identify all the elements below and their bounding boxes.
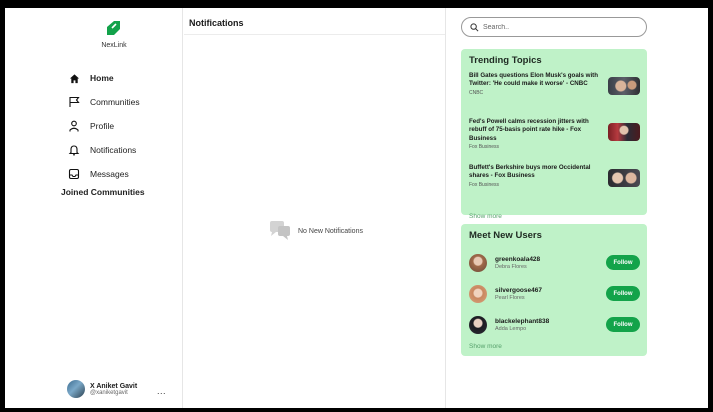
main-panel: Notifications No New Notifications — [184, 8, 446, 408]
real-name: Adda Lempo — [495, 325, 527, 332]
topic-thumbnail — [608, 123, 640, 141]
list-item: greenkoala428 Debra Flores Follow — [469, 247, 640, 278]
flag-icon — [67, 95, 81, 109]
empty-state: No New Notifications — [266, 220, 363, 242]
trending-show-more-link[interactable]: Show more — [469, 213, 639, 220]
list-item: silvergoose467 Pearl Flores Follow — [469, 278, 640, 309]
nav-item-profile[interactable]: Profile — [67, 114, 140, 138]
list-item[interactable]: Buffett's Berkshire buys more Occidental… — [469, 164, 640, 210]
inbox-icon — [67, 167, 81, 181]
nav-item-notifications[interactable]: Notifications — [67, 138, 140, 162]
trending-title: Trending Topics — [469, 55, 542, 66]
topic-thumbnail — [608, 77, 640, 95]
topic-thumbnail — [608, 169, 640, 187]
search-box[interactable] — [461, 17, 647, 37]
nav-item-label: Notifications — [90, 145, 137, 155]
meet-users-title: Meet New Users — [469, 230, 542, 241]
left-sidebar: NexLink Home Communities Profile Notific… — [5, 8, 183, 408]
topic-title: Fed's Powell calms recession jitters wit… — [469, 118, 589, 142]
username[interactable]: greenkoala428 — [495, 256, 540, 263]
nexlink-logo-icon[interactable] — [105, 20, 121, 36]
app-window: NexLink Home Communities Profile Notific… — [5, 8, 708, 408]
right-sidebar: Trending Topics Bill Gates questions Elo… — [446, 8, 708, 408]
topic-source: Fox Business — [469, 144, 500, 151]
list-item[interactable]: Bill Gates questions Elon Musk's goals w… — [469, 72, 640, 118]
list-item[interactable]: Fed's Powell calms recession jitters wit… — [469, 118, 640, 164]
real-name: Pearl Flores — [495, 294, 525, 301]
page-title: Notifications — [184, 8, 445, 35]
main-nav: Home Communities Profile Notifications M… — [67, 66, 140, 186]
nav-item-messages[interactable]: Messages — [67, 162, 140, 186]
more-options-icon[interactable]: ... — [157, 386, 166, 396]
nav-item-label: Home — [90, 73, 114, 83]
avatar — [67, 380, 85, 398]
follow-button[interactable]: Follow — [606, 255, 640, 270]
nav-item-label: Profile — [90, 121, 115, 131]
search-input[interactable] — [483, 23, 633, 31]
home-icon — [67, 71, 81, 85]
trending-topics-card: Trending Topics Bill Gates questions Elo… — [461, 49, 647, 220]
topic-title: Bill Gates questions Elon Musk's goals w… — [469, 72, 599, 88]
user-name: X Aniket Gavit — [90, 382, 138, 390]
joined-communities-heading[interactable]: Joined Communities — [61, 187, 145, 197]
meet-new-users-card: Meet New Users greenkoala428 Debra Flore… — [461, 224, 647, 356]
nav-item-home[interactable]: Home — [67, 66, 140, 90]
person-icon — [67, 119, 81, 133]
real-name: Debra Flores — [495, 263, 527, 270]
avatar[interactable] — [469, 253, 487, 272]
nav-item-communities[interactable]: Communities — [67, 90, 140, 114]
nav-item-label: Messages — [90, 169, 129, 179]
users-show-more-link[interactable]: Show more — [469, 343, 639, 350]
username[interactable]: silvergoose467 — [495, 287, 542, 294]
user-handle: @xaniketgavit — [90, 389, 128, 396]
follow-button[interactable]: Follow — [606, 317, 640, 332]
current-user[interactable]: X Aniket Gavit @xaniketgavit — [67, 380, 137, 398]
chat-bubbles-icon — [270, 221, 290, 240]
search-icon — [470, 22, 479, 31]
avatar[interactable] — [469, 284, 487, 303]
empty-state-text: No New Notifications — [298, 227, 363, 235]
avatar[interactable] — [469, 315, 487, 334]
bell-icon — [67, 143, 81, 157]
topic-title: Buffett's Berkshire buys more Occidental… — [469, 164, 591, 180]
nav-item-label: Communities — [90, 97, 140, 107]
list-item: blackelephant838 Adda Lempo Follow — [469, 309, 640, 340]
follow-button[interactable]: Follow — [606, 286, 640, 301]
username[interactable]: blackelephant838 — [495, 318, 549, 325]
